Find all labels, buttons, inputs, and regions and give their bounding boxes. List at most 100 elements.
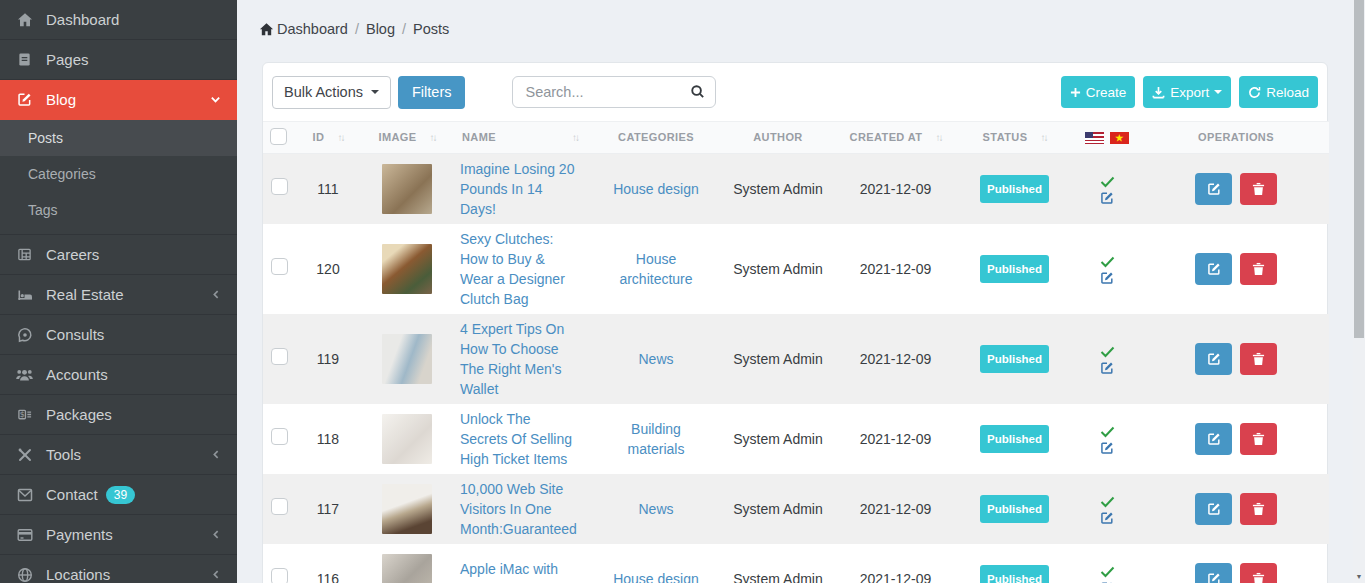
contact-icon <box>16 486 33 503</box>
breadcrumb-dashboard[interactable]: Dashboard <box>277 21 348 37</box>
delete-button[interactable] <box>1240 423 1277 455</box>
sidebar-item-dashboard[interactable]: Dashboard <box>0 0 237 40</box>
sidebar-item-pages[interactable]: Pages <box>0 40 237 80</box>
sort-icon[interactable]: ↑↓ <box>935 131 941 144</box>
svg-text:$: $ <box>19 410 24 419</box>
sidebar-item-locations[interactable]: Locations <box>0 555 237 583</box>
edit-icon <box>1207 432 1221 446</box>
post-thumbnail <box>382 414 432 464</box>
edit-button[interactable] <box>1195 493 1232 525</box>
edit-button[interactable] <box>1195 343 1232 375</box>
category-link[interactable]: Building materials <box>628 421 685 457</box>
sort-icon[interactable]: ↑↓ <box>1040 131 1046 144</box>
sidebar-item-careers[interactable]: Careers <box>0 235 237 275</box>
sidebar-item-payments[interactable]: Payments <box>0 515 237 555</box>
table-row: 119 4 Expert Tips On How To Choose The R… <box>263 314 1329 404</box>
post-name-link[interactable]: Unlock The Secrets Of Selling High Ticke… <box>460 411 572 467</box>
row-checkbox[interactable] <box>271 428 288 445</box>
breadcrumb-posts[interactable]: Posts <box>413 21 449 37</box>
status-badge: Published <box>980 175 1049 203</box>
sidebar-item-consults[interactable]: Consults <box>0 315 237 355</box>
sort-icon[interactable]: ↑↓ <box>430 131 436 144</box>
edit-icon <box>1207 352 1221 366</box>
edit-icon <box>1207 502 1221 516</box>
sidebar: Dashboard Pages Blog Posts Categories Ta… <box>0 0 237 583</box>
post-name-link[interactable]: Sexy Clutches: How to Buy & Wear a Desig… <box>460 231 565 307</box>
sidebar-item-accounts[interactable]: Accounts <box>0 355 237 395</box>
post-name-link[interactable]: Imagine Losing 20 Pounds In 14 Days! <box>460 161 574 217</box>
bulk-actions-dropdown[interactable]: Bulk Actions <box>272 76 391 109</box>
blog-icon <box>16 91 33 108</box>
row-checkbox[interactable] <box>271 568 288 583</box>
caret-down-icon <box>371 90 379 94</box>
tools-icon <box>16 446 33 463</box>
scrollbar-thumb[interactable] <box>1354 0 1364 338</box>
scrollbar-down-arrow[interactable]: ▼ <box>1353 573 1365 580</box>
edit-button[interactable] <box>1195 423 1232 455</box>
edit-button[interactable] <box>1195 253 1232 285</box>
check-icon <box>1100 256 1115 268</box>
category-link[interactable]: House architecture <box>619 251 692 287</box>
status-badge: Published <box>980 255 1049 283</box>
trash-icon <box>1252 182 1265 196</box>
category-link[interactable]: House design <box>613 571 699 583</box>
delete-button[interactable] <box>1240 493 1277 525</box>
check-icon <box>1100 176 1115 188</box>
edit-icon <box>1207 572 1221 583</box>
sidebar-item-tags[interactable]: Tags <box>0 192 237 228</box>
reload-button[interactable]: Reload <box>1239 76 1318 108</box>
create-button[interactable]: Create <box>1061 76 1136 108</box>
search-box <box>512 76 716 108</box>
category-link[interactable]: News <box>638 351 673 367</box>
scrollbar[interactable]: ▼ <box>1353 0 1365 583</box>
row-checkbox[interactable] <box>271 258 288 275</box>
sort-icon[interactable]: ↑↓ <box>337 131 343 144</box>
home-icon[interactable] <box>259 22 274 37</box>
edit-button[interactable] <box>1195 173 1232 205</box>
search-input[interactable] <box>512 76 716 108</box>
row-checkbox[interactable] <box>271 498 288 515</box>
category-link[interactable]: House design <box>613 181 699 197</box>
delete-button[interactable] <box>1240 343 1277 375</box>
check-icon <box>1100 496 1115 508</box>
post-thumbnail <box>382 164 432 214</box>
contact-count-badge: 39 <box>106 486 135 504</box>
sidebar-item-real-estate[interactable]: Real Estate <box>0 275 237 315</box>
sidebar-item-tools[interactable]: Tools <box>0 435 237 475</box>
post-name-link[interactable]: 4 Expert Tips On How To Choose The Right… <box>460 321 564 397</box>
sort-icon[interactable]: ↑↓ <box>572 131 578 144</box>
edit-icon <box>1207 182 1221 196</box>
sidebar-item-contact[interactable]: Contact 39 <box>0 475 237 515</box>
edit-translation-icon <box>1100 191 1114 205</box>
delete-button[interactable] <box>1240 563 1277 583</box>
sidebar-item-posts[interactable]: Posts <box>0 120 237 156</box>
category-link[interactable]: News <box>638 501 673 517</box>
post-thumbnail <box>382 484 432 534</box>
post-name-link[interactable]: Apple iMac with Retina 5K display <box>460 561 569 583</box>
breadcrumb-blog[interactable]: Blog <box>366 21 395 37</box>
row-checkbox[interactable] <box>271 348 288 365</box>
delete-button[interactable] <box>1240 253 1277 285</box>
sidebar-item-packages[interactable]: $ Packages <box>0 395 237 435</box>
vietnam-flag-icon: ★ <box>1110 132 1129 144</box>
post-name-link[interactable]: 10,000 Web Site Visitors In One Month:Gu… <box>460 481 577 537</box>
careers-icon <box>16 246 33 263</box>
edit-button[interactable] <box>1195 563 1232 583</box>
sidebar-item-categories[interactable]: Categories <box>0 156 237 192</box>
sidebar-item-blog[interactable]: Blog <box>0 80 237 120</box>
trash-icon <box>1252 432 1265 446</box>
trash-icon <box>1252 262 1265 276</box>
chevron-left-icon <box>211 569 221 580</box>
select-all-checkbox[interactable] <box>270 128 287 145</box>
breadcrumb: Dashboard / Blog / Posts <box>259 21 449 37</box>
filters-button[interactable]: Filters <box>398 76 465 109</box>
search-icon[interactable] <box>690 84 705 99</box>
row-checkbox[interactable] <box>271 178 288 195</box>
download-icon <box>1152 86 1165 99</box>
edit-icon <box>1207 262 1221 276</box>
payments-icon <box>16 526 33 543</box>
us-flag-icon <box>1085 132 1104 144</box>
edit-translation-icon <box>1100 361 1114 375</box>
delete-button[interactable] <box>1240 173 1277 205</box>
export-button[interactable]: Export <box>1143 76 1231 108</box>
